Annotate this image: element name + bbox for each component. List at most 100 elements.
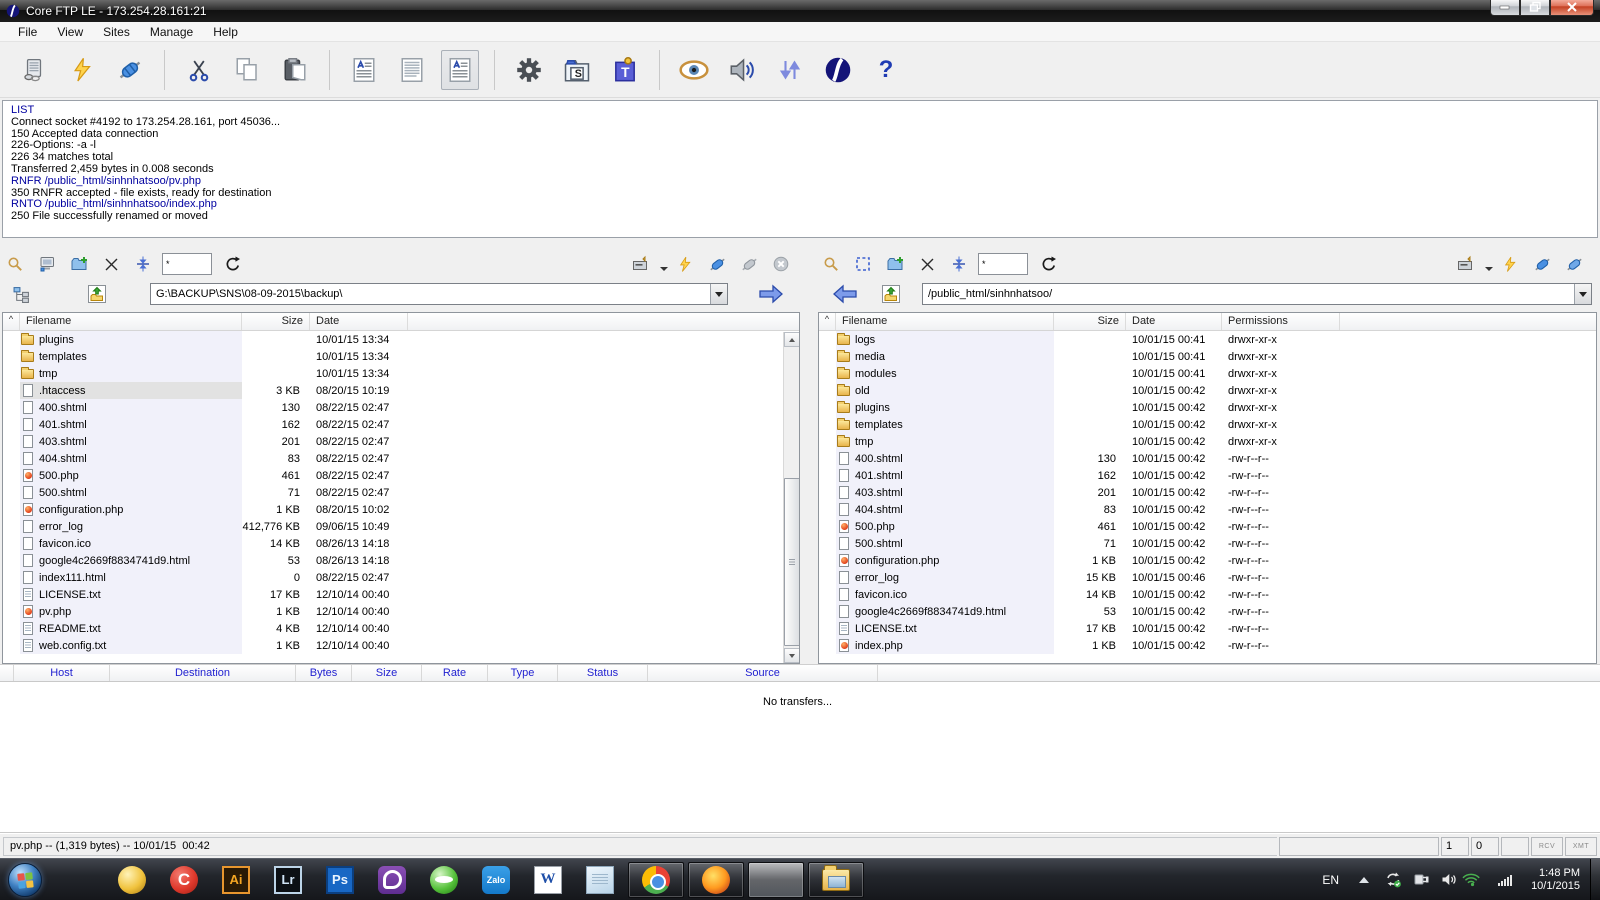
taskbar-item[interactable]: W: [524, 862, 572, 898]
hidden-icons-arrow[interactable]: [1359, 877, 1369, 883]
taskbar-item[interactable]: Zalo: [472, 862, 520, 898]
sort-column-header[interactable]: ^: [819, 313, 836, 330]
file-row[interactable]: 500.shtml 71 10/01/15 00:42 -rw-r--r--: [819, 535, 1596, 552]
taskbar-item[interactable]: [688, 862, 744, 898]
taskbar-item[interactable]: [748, 862, 804, 898]
delete-icon[interactable]: [98, 252, 124, 276]
sound-icon[interactable]: [723, 50, 761, 90]
date-column-header[interactable]: Date: [1126, 313, 1222, 330]
file-row[interactable]: 403.shtml 201 08/22/15 02:47: [3, 433, 799, 450]
menu-item[interactable]: File: [8, 23, 47, 41]
file-row[interactable]: pv.php 1 KB 12/10/14 00:40: [3, 603, 799, 620]
file-row[interactable]: media 10/01/15 00:41 drwxr-xr-x: [819, 348, 1596, 365]
queue-col-size[interactable]: Size: [352, 665, 422, 681]
quick-connect-lightning-icon[interactable]: [63, 50, 101, 90]
file-row[interactable]: README.txt 4 KB 12/10/14 00:40: [3, 620, 799, 637]
panel-close-icon[interactable]: [768, 252, 794, 276]
file-row[interactable]: google4c2669f8834741d9.html 53 08/26/13 …: [3, 552, 799, 569]
view-local-monitor-icon[interactable]: [34, 252, 60, 276]
panel-lightning-icon[interactable]: [672, 252, 698, 276]
file-row[interactable]: logs 10/01/15 00:41 drwxr-xr-x: [819, 331, 1596, 348]
copy-icon[interactable]: [228, 50, 266, 90]
core-ftp-logo-icon[interactable]: [819, 50, 857, 90]
file-row[interactable]: error_log 15 KB 10/01/15 00:46 -rw-r--r-…: [819, 569, 1596, 586]
combo-dropdown-button[interactable]: [1574, 284, 1591, 304]
sync-tray-icon[interactable]: [1384, 871, 1402, 889]
vertical-scrollbar[interactable]: [783, 332, 799, 663]
settings-gear-icon[interactable]: [510, 50, 548, 90]
signal-bars-tray-icon[interactable]: [1496, 871, 1514, 889]
local-path-text[interactable]: G:\BACKUP\SNS\08-09-2015\backup\: [151, 288, 710, 300]
file-row[interactable]: 404.shtml 83 08/22/15 02:47: [3, 450, 799, 467]
remote-path-text[interactable]: /public_html/sinhnhatsoo/: [923, 288, 1574, 300]
file-row[interactable]: tmp 10/01/15 13:34: [3, 365, 799, 382]
combo-dropdown-button[interactable]: [710, 284, 727, 304]
file-row[interactable]: plugins 10/01/15 13:34: [3, 331, 799, 348]
connect-icon[interactable]: [15, 50, 53, 90]
queue-device-icon[interactable]: [1452, 252, 1478, 276]
menu-item[interactable]: View: [47, 23, 93, 41]
file-row[interactable]: old 10/01/15 00:42 drwxr-xr-x: [819, 382, 1596, 399]
view-document-icon[interactable]: [345, 50, 383, 90]
transfer-left-icon[interactable]: [832, 282, 858, 306]
queue-col-host[interactable]: Host: [14, 665, 110, 681]
queue-col-status[interactable]: Status: [558, 665, 648, 681]
panel-connect-plug-icon[interactable]: [704, 252, 730, 276]
scroll-up-button[interactable]: [784, 332, 800, 347]
refresh-icon[interactable]: [1036, 252, 1062, 276]
file-row[interactable]: web.config.txt 1 KB 12/10/14 00:40: [3, 637, 799, 654]
size-column-header[interactable]: Size: [1054, 313, 1126, 330]
file-mask-input[interactable]: [162, 253, 212, 275]
scrollbar-thumb[interactable]: [784, 478, 800, 647]
filename-column-header[interactable]: Filename: [20, 313, 242, 330]
ftp-log[interactable]: LISTConnect socket #4192 to 173.254.28.1…: [2, 100, 1598, 238]
search-icon[interactable]: [2, 252, 28, 276]
refresh-icon[interactable]: [220, 252, 246, 276]
tree-view-icon[interactable]: [8, 282, 34, 306]
file-row[interactable]: 400.shtml 130 10/01/15 00:42 -rw-r--r--: [819, 450, 1596, 467]
language-indicator[interactable]: EN: [1312, 873, 1349, 887]
compare-filter-icon[interactable]: [946, 252, 972, 276]
file-row[interactable]: index.php 1 KB 10/01/15 00:42 -rw-r--r--: [819, 637, 1596, 654]
file-row[interactable]: configuration.php 1 KB 10/01/15 00:42 -r…: [819, 552, 1596, 569]
cut-icon[interactable]: [180, 50, 218, 90]
file-row[interactable]: 500.shtml 71 08/22/15 02:47: [3, 484, 799, 501]
taskbar-item[interactable]: Ai: [212, 862, 260, 898]
permissions-column-header[interactable]: Permissions: [1222, 313, 1340, 330]
sort-column-header[interactable]: ^: [3, 313, 20, 330]
file-row[interactable]: 401.shtml 162 10/01/15 00:42 -rw-r--r--: [819, 467, 1596, 484]
power-plug-tray-icon[interactable]: [1412, 871, 1430, 889]
taskbar-item[interactable]: [808, 862, 864, 898]
delete-icon[interactable]: [914, 252, 940, 276]
file-row[interactable]: plugins 10/01/15 00:42 drwxr-xr-x: [819, 399, 1596, 416]
clock[interactable]: 1:48 PM 10/1/2015: [1519, 867, 1590, 893]
search-icon[interactable]: [818, 252, 844, 276]
file-row[interactable]: 500.php 461 10/01/15 00:42 -rw-r--r--: [819, 518, 1596, 535]
start-button[interactable]: [8, 863, 42, 897]
dropdown-caret-icon[interactable]: [660, 267, 668, 271]
dropdown-caret-icon[interactable]: [1485, 267, 1493, 271]
compare-filter-icon[interactable]: [130, 252, 156, 276]
queue-col-type[interactable]: Type: [488, 665, 558, 681]
menu-item[interactable]: Help: [203, 23, 248, 41]
taskbar-item[interactable]: [420, 862, 468, 898]
panel-splitter[interactable]: [800, 248, 818, 664]
taskbar-item[interactable]: [628, 862, 684, 898]
remote-path-combobox[interactable]: /public_html/sinhnhatsoo/: [922, 283, 1592, 305]
view-text-icon[interactable]: [441, 50, 479, 90]
title-bar[interactable]: Core FTP LE - 173.254.28.161:21: [0, 0, 1600, 22]
help-icon[interactable]: ?: [867, 50, 905, 90]
file-row[interactable]: 403.shtml 201 10/01/15 00:42 -rw-r--r--: [819, 484, 1596, 501]
scroll-down-button[interactable]: [784, 648, 800, 663]
file-row[interactable]: favicon.ico 14 KB 10/01/15 00:42 -rw-r--…: [819, 586, 1596, 603]
taskbar-item[interactable]: [576, 862, 624, 898]
file-row[interactable]: LICENSE.txt 17 KB 10/01/15 00:42 -rw-r--…: [819, 620, 1596, 637]
file-row[interactable]: modules 10/01/15 00:41 drwxr-xr-x: [819, 365, 1596, 382]
transfer-right-icon[interactable]: [758, 282, 784, 306]
queue-col-rate[interactable]: Rate: [422, 665, 488, 681]
file-row[interactable]: templates 10/01/15 13:34: [3, 348, 799, 365]
file-row[interactable]: configuration.php 1 KB 08/20/15 10:02: [3, 501, 799, 518]
up-directory-icon[interactable]: [878, 282, 904, 306]
menu-item[interactable]: Manage: [140, 23, 203, 41]
disconnect-plug-icon[interactable]: [111, 50, 149, 90]
